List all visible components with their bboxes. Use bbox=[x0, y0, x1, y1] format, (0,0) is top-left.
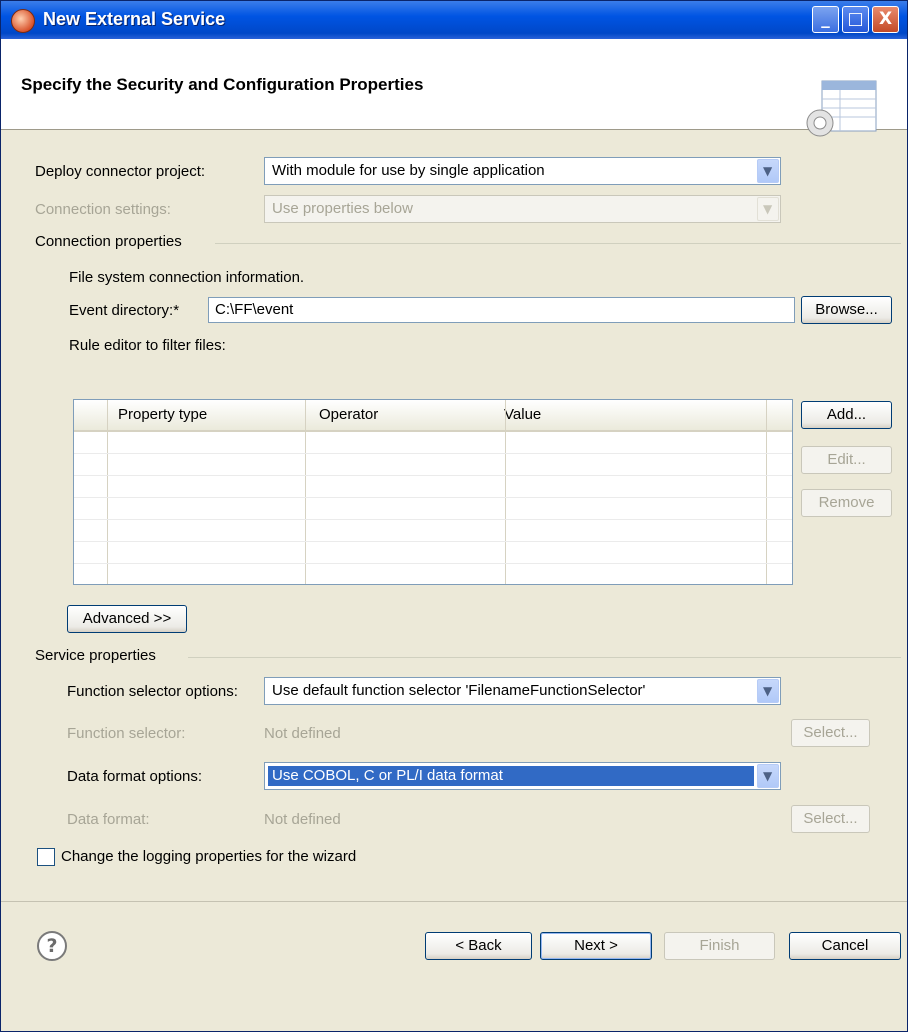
connection-settings-combo: Use properties below ▼ bbox=[264, 195, 781, 223]
chevron-down-icon: ▼ bbox=[763, 164, 773, 178]
table-row bbox=[74, 563, 792, 564]
column-divider bbox=[505, 400, 506, 584]
edit-button: Edit... bbox=[801, 446, 892, 474]
browse-button[interactable]: Browse... bbox=[801, 296, 892, 324]
advanced-button[interactable]: Advanced >> bbox=[67, 605, 187, 633]
data-format-options-value: Use COBOL, C or PL/I data format bbox=[268, 766, 754, 786]
wizard-header: Specify the Security and Configuration P… bbox=[1, 39, 907, 137]
chevron-down-icon: ▼ bbox=[763, 684, 773, 698]
help-icon[interactable]: ? bbox=[37, 931, 67, 961]
connection-settings-value: Use properties below bbox=[272, 200, 413, 217]
deploy-connector-label: Deploy connector project: bbox=[35, 163, 206, 180]
data-format-options-label: Data format options: bbox=[67, 768, 203, 785]
next-button[interactable]: Next > bbox=[540, 932, 652, 960]
table-row bbox=[74, 541, 792, 542]
wizard-window: New External Service _ □ X Specify the S… bbox=[0, 0, 908, 1032]
connection-properties-group-label: Connection properties bbox=[35, 233, 182, 250]
function-selector-value: Not defined bbox=[264, 725, 341, 742]
function-selector-options-combo[interactable]: Use default function selector 'FilenameF… bbox=[264, 677, 781, 705]
service-properties-group-label: Service properties bbox=[35, 647, 156, 664]
column-header-operator[interactable]: Operator bbox=[319, 406, 378, 423]
data-format-options-combo[interactable]: Use COBOL, C or PL/I data format ▼ bbox=[264, 762, 781, 790]
connection-info-text: File system connection information. bbox=[69, 269, 305, 286]
close-button[interactable]: X bbox=[872, 6, 899, 33]
wizard-banner-icon bbox=[806, 80, 877, 137]
column-header-value[interactable]: Value bbox=[504, 406, 541, 423]
maximize-button[interactable]: □ bbox=[842, 6, 869, 33]
group-divider bbox=[188, 657, 901, 658]
maximize-icon: □ bbox=[847, 9, 864, 29]
dropdown-arrow[interactable]: ▼ bbox=[757, 764, 779, 788]
deploy-connector-combo[interactable]: With module for use by single applicatio… bbox=[264, 157, 781, 185]
app-icon bbox=[11, 9, 35, 33]
function-selector-options-label: Function selector options: bbox=[67, 683, 238, 700]
required-marker: * bbox=[173, 302, 180, 319]
rule-editor-label: Rule editor to filter files: bbox=[69, 337, 226, 354]
page-title: Specify the Security and Configuration P… bbox=[21, 75, 424, 94]
column-divider bbox=[305, 400, 306, 584]
minimize-button[interactable]: _ bbox=[812, 6, 839, 33]
data-format-value: Not defined bbox=[264, 811, 341, 828]
logging-checkbox[interactable] bbox=[37, 848, 55, 866]
cancel-button[interactable]: Cancel bbox=[789, 932, 901, 960]
add-button[interactable]: Add... bbox=[801, 401, 892, 429]
rule-editor-table[interactable]: Property type Operator Value bbox=[73, 399, 793, 585]
dropdown-arrow: ▼ bbox=[757, 197, 779, 221]
table-row bbox=[74, 453, 792, 454]
connection-settings-label: Connection settings: bbox=[35, 201, 171, 218]
dropdown-arrow[interactable]: ▼ bbox=[757, 159, 779, 183]
window-title: New External Service bbox=[43, 9, 226, 29]
function-selector-options-value: Use default function selector 'FilenameF… bbox=[272, 682, 646, 699]
chevron-down-icon: ▼ bbox=[763, 202, 773, 216]
finish-button: Finish bbox=[664, 932, 775, 960]
remove-button: Remove bbox=[801, 489, 892, 517]
event-directory-input[interactable]: C:\FF\event bbox=[208, 297, 795, 323]
dropdown-arrow[interactable]: ▼ bbox=[757, 679, 779, 703]
event-directory-value: C:\FF\event bbox=[215, 301, 294, 318]
logging-checkbox-label[interactable]: Change the logging properties for the wi… bbox=[61, 848, 356, 865]
close-icon: X bbox=[878, 9, 893, 29]
function-selector-label: Function selector: bbox=[67, 725, 186, 742]
chevron-down-icon: ▼ bbox=[763, 769, 773, 783]
title-bar[interactable]: New External Service _ □ X bbox=[1, 1, 907, 39]
footer-divider bbox=[1, 901, 907, 902]
function-selector-select-button: Select... bbox=[791, 719, 870, 747]
table-header: Property type Operator Value bbox=[74, 400, 792, 432]
data-format-select-button: Select... bbox=[791, 805, 870, 833]
event-directory-label: Event directory:* bbox=[69, 302, 180, 319]
table-row bbox=[74, 519, 792, 520]
group-divider bbox=[215, 243, 901, 244]
table-row bbox=[74, 497, 792, 498]
column-divider bbox=[107, 400, 108, 584]
back-button[interactable]: < Back bbox=[425, 932, 532, 960]
minimize-icon: _ bbox=[821, 9, 830, 29]
data-format-label: Data format: bbox=[67, 811, 150, 828]
table-row bbox=[74, 475, 792, 476]
deploy-connector-value: With module for use by single applicatio… bbox=[272, 162, 545, 179]
column-divider bbox=[766, 400, 767, 584]
column-header-property-type[interactable]: Property type bbox=[118, 406, 207, 423]
